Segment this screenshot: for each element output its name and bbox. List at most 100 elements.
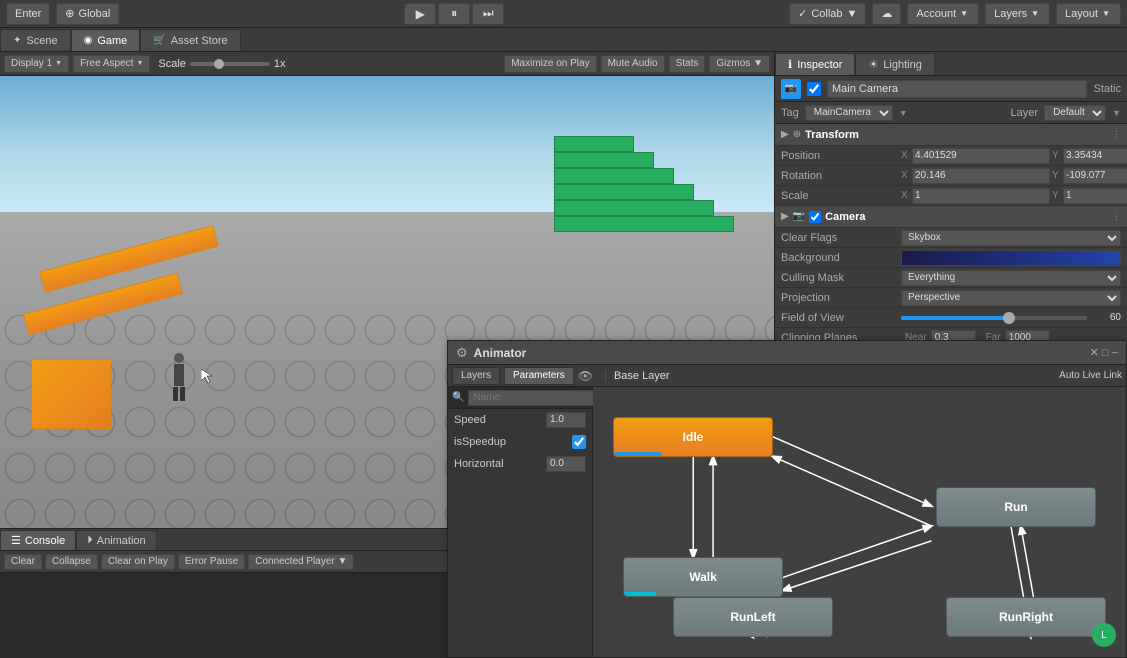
rotation-row: Rotation X Y Z [775, 166, 1127, 186]
animator-body: 🔍 + Speed isSpeedup Horizontal [448, 387, 1126, 657]
eye-icon[interactable]: 👁 [578, 369, 593, 383]
pos-x-field[interactable] [912, 148, 1050, 164]
animator-title: Animator [474, 346, 527, 360]
animator-close-button[interactable]: ✕ □ − [1090, 346, 1118, 359]
clear-button[interactable]: Clear [4, 554, 42, 570]
animator-params-panel: 🔍 + Speed isSpeedup Horizontal [448, 387, 593, 657]
search-icon: 🔍 [452, 392, 464, 403]
camera-active-toggle[interactable] [809, 211, 821, 223]
active-toggle[interactable] [807, 82, 821, 96]
transform-header[interactable]: ▶ ⊕ Transform ⋮ [775, 124, 1127, 146]
tab-asset-store[interactable]: 🛒 Asset Store [140, 29, 240, 51]
ramp-step-4 [554, 168, 674, 184]
background-row: Background [775, 248, 1127, 268]
char-body [174, 364, 184, 386]
camera-header[interactable]: ▶ 📷 Camera ⋮ [775, 206, 1127, 228]
play-controls: ▶ ⏸ ⏭ [404, 3, 504, 25]
display-selector[interactable]: Display 1 [4, 55, 69, 73]
tab-inspector[interactable]: ℹ Inspector [775, 53, 855, 75]
tab-console[interactable]: ☰ Console [0, 530, 76, 550]
state-run-right[interactable]: RunRight [946, 597, 1106, 637]
collab-button[interactable]: ✓ Collab ▼ [789, 3, 866, 25]
collapse-button[interactable]: Collapse [45, 554, 98, 570]
tag-dropdown[interactable]: MainCamera [805, 105, 893, 121]
stats-button[interactable]: Stats [669, 55, 706, 73]
position-values: X Y Z [901, 148, 1127, 164]
scale-slider[interactable] [190, 62, 270, 66]
rotation-values: X Y Z [901, 168, 1127, 184]
layer-dropdown[interactable]: Default [1044, 105, 1106, 121]
error-pause-button[interactable]: Error Pause [178, 554, 245, 570]
anim-tab-parameters[interactable]: Parameters [504, 367, 574, 385]
speed-param-row: Speed [448, 409, 592, 431]
aspect-selector[interactable]: Free Aspect [73, 55, 150, 73]
auto-live-link-button[interactable]: Auto Live Link [1059, 370, 1122, 381]
pause-button[interactable]: ⏸ [438, 3, 470, 25]
connected-player-button[interactable]: Connected Player ▼ [248, 554, 354, 570]
tab-animation[interactable]: ⏵ Animation [76, 530, 156, 550]
clear-on-play-button[interactable]: Clear on Play [101, 554, 175, 570]
camera-icon-box: 📷 [781, 79, 801, 99]
ramp-step-6 [554, 136, 634, 152]
enter-button[interactable]: Enter [6, 3, 50, 25]
layers-button[interactable]: Layers [985, 3, 1050, 25]
anim-tab-layers[interactable]: Layers [452, 367, 500, 385]
step-button[interactable]: ⏭ [472, 3, 504, 25]
horizontal-value-field[interactable] [546, 456, 586, 472]
animator-panel: ⚙ Animator ✕ □ − Layers Parameters 👁 Bas… [447, 340, 1127, 658]
scale-value: 1x [274, 58, 286, 70]
pos-y-field[interactable] [1063, 148, 1127, 164]
idle-progress-bar [614, 452, 661, 456]
play-button[interactable]: ▶ [404, 3, 436, 25]
account-button[interactable]: Account [907, 3, 979, 25]
inspector-object-header: 📷 Static [775, 76, 1127, 102]
maximize-button[interactable]: Maximize on Play [504, 55, 596, 73]
gizmos-button[interactable]: Gizmos ▼ [709, 55, 770, 73]
ramp-structure [554, 136, 734, 232]
object-name-field[interactable] [827, 80, 1087, 98]
orange-box [31, 359, 111, 429]
culling-mask-row: Culling Mask Everything [775, 268, 1127, 288]
inspector-tabs: ℹ Inspector ☀ Lighting [775, 52, 1127, 76]
state-run-left[interactable]: RunLeft [673, 597, 833, 637]
scale-label: Scale [158, 58, 186, 70]
char-legs [173, 387, 185, 401]
culling-mask-dropdown[interactable]: Everything [901, 270, 1121, 286]
state-walk[interactable]: Walk [623, 557, 783, 597]
layout-button[interactable]: Layout [1056, 3, 1121, 25]
mute-audio-button[interactable]: Mute Audio [601, 55, 665, 73]
cloud-button[interactable]: ☁ [872, 3, 901, 25]
scale-container: Scale 1x [158, 58, 285, 70]
rot-y-field[interactable] [1063, 168, 1127, 184]
scale-x-field[interactable] [912, 188, 1050, 204]
global-button[interactable]: ⊕ Global [56, 3, 119, 25]
static-label: Static [1093, 83, 1121, 95]
rot-x-field[interactable] [912, 168, 1050, 184]
anim-search-input[interactable] [468, 390, 610, 406]
base-layer-label: Base Layer [605, 370, 670, 382]
projection-dropdown[interactable]: Perspective [901, 290, 1121, 306]
state-run[interactable]: Run [936, 487, 1096, 527]
main-tabs-row: ✦ Scene ◉ Game 🛒 Asset Store [0, 28, 1127, 52]
projection-row: Projection Perspective [775, 288, 1127, 308]
clear-flags-row: Clear Flags Skybox [775, 228, 1127, 248]
ramp-step-2 [554, 200, 714, 216]
top-toolbar: Enter ⊕ Global ▶ ⏸ ⏭ ✓ Collab ▼ ☁ Accoun… [0, 0, 1127, 28]
ramp-step-3 [554, 184, 694, 200]
background-color-picker[interactable] [901, 250, 1121, 266]
animator-tabs-row: Layers Parameters 👁 Base Layer Auto Live… [448, 365, 1126, 387]
tab-game[interactable]: ◉ Game [71, 29, 141, 51]
character-model [170, 353, 188, 401]
scale-y-field[interactable] [1063, 188, 1127, 204]
ramp-step-5 [554, 152, 654, 168]
is-speedup-checkbox[interactable] [572, 435, 586, 449]
fov-slider-container: 60 [901, 312, 1121, 323]
tab-scene[interactable]: ✦ Scene [0, 29, 71, 51]
speed-value-field[interactable] [546, 412, 586, 428]
position-row: Position X Y Z [775, 146, 1127, 166]
state-idle[interactable]: Idle [613, 417, 773, 457]
animator-graph[interactable]: Idle Run Walk RunLeft RunRight L [593, 387, 1126, 657]
clear-flags-dropdown[interactable]: Skybox [901, 230, 1121, 246]
tab-lighting[interactable]: ☀ Lighting [855, 53, 934, 75]
fov-slider[interactable] [901, 316, 1087, 320]
